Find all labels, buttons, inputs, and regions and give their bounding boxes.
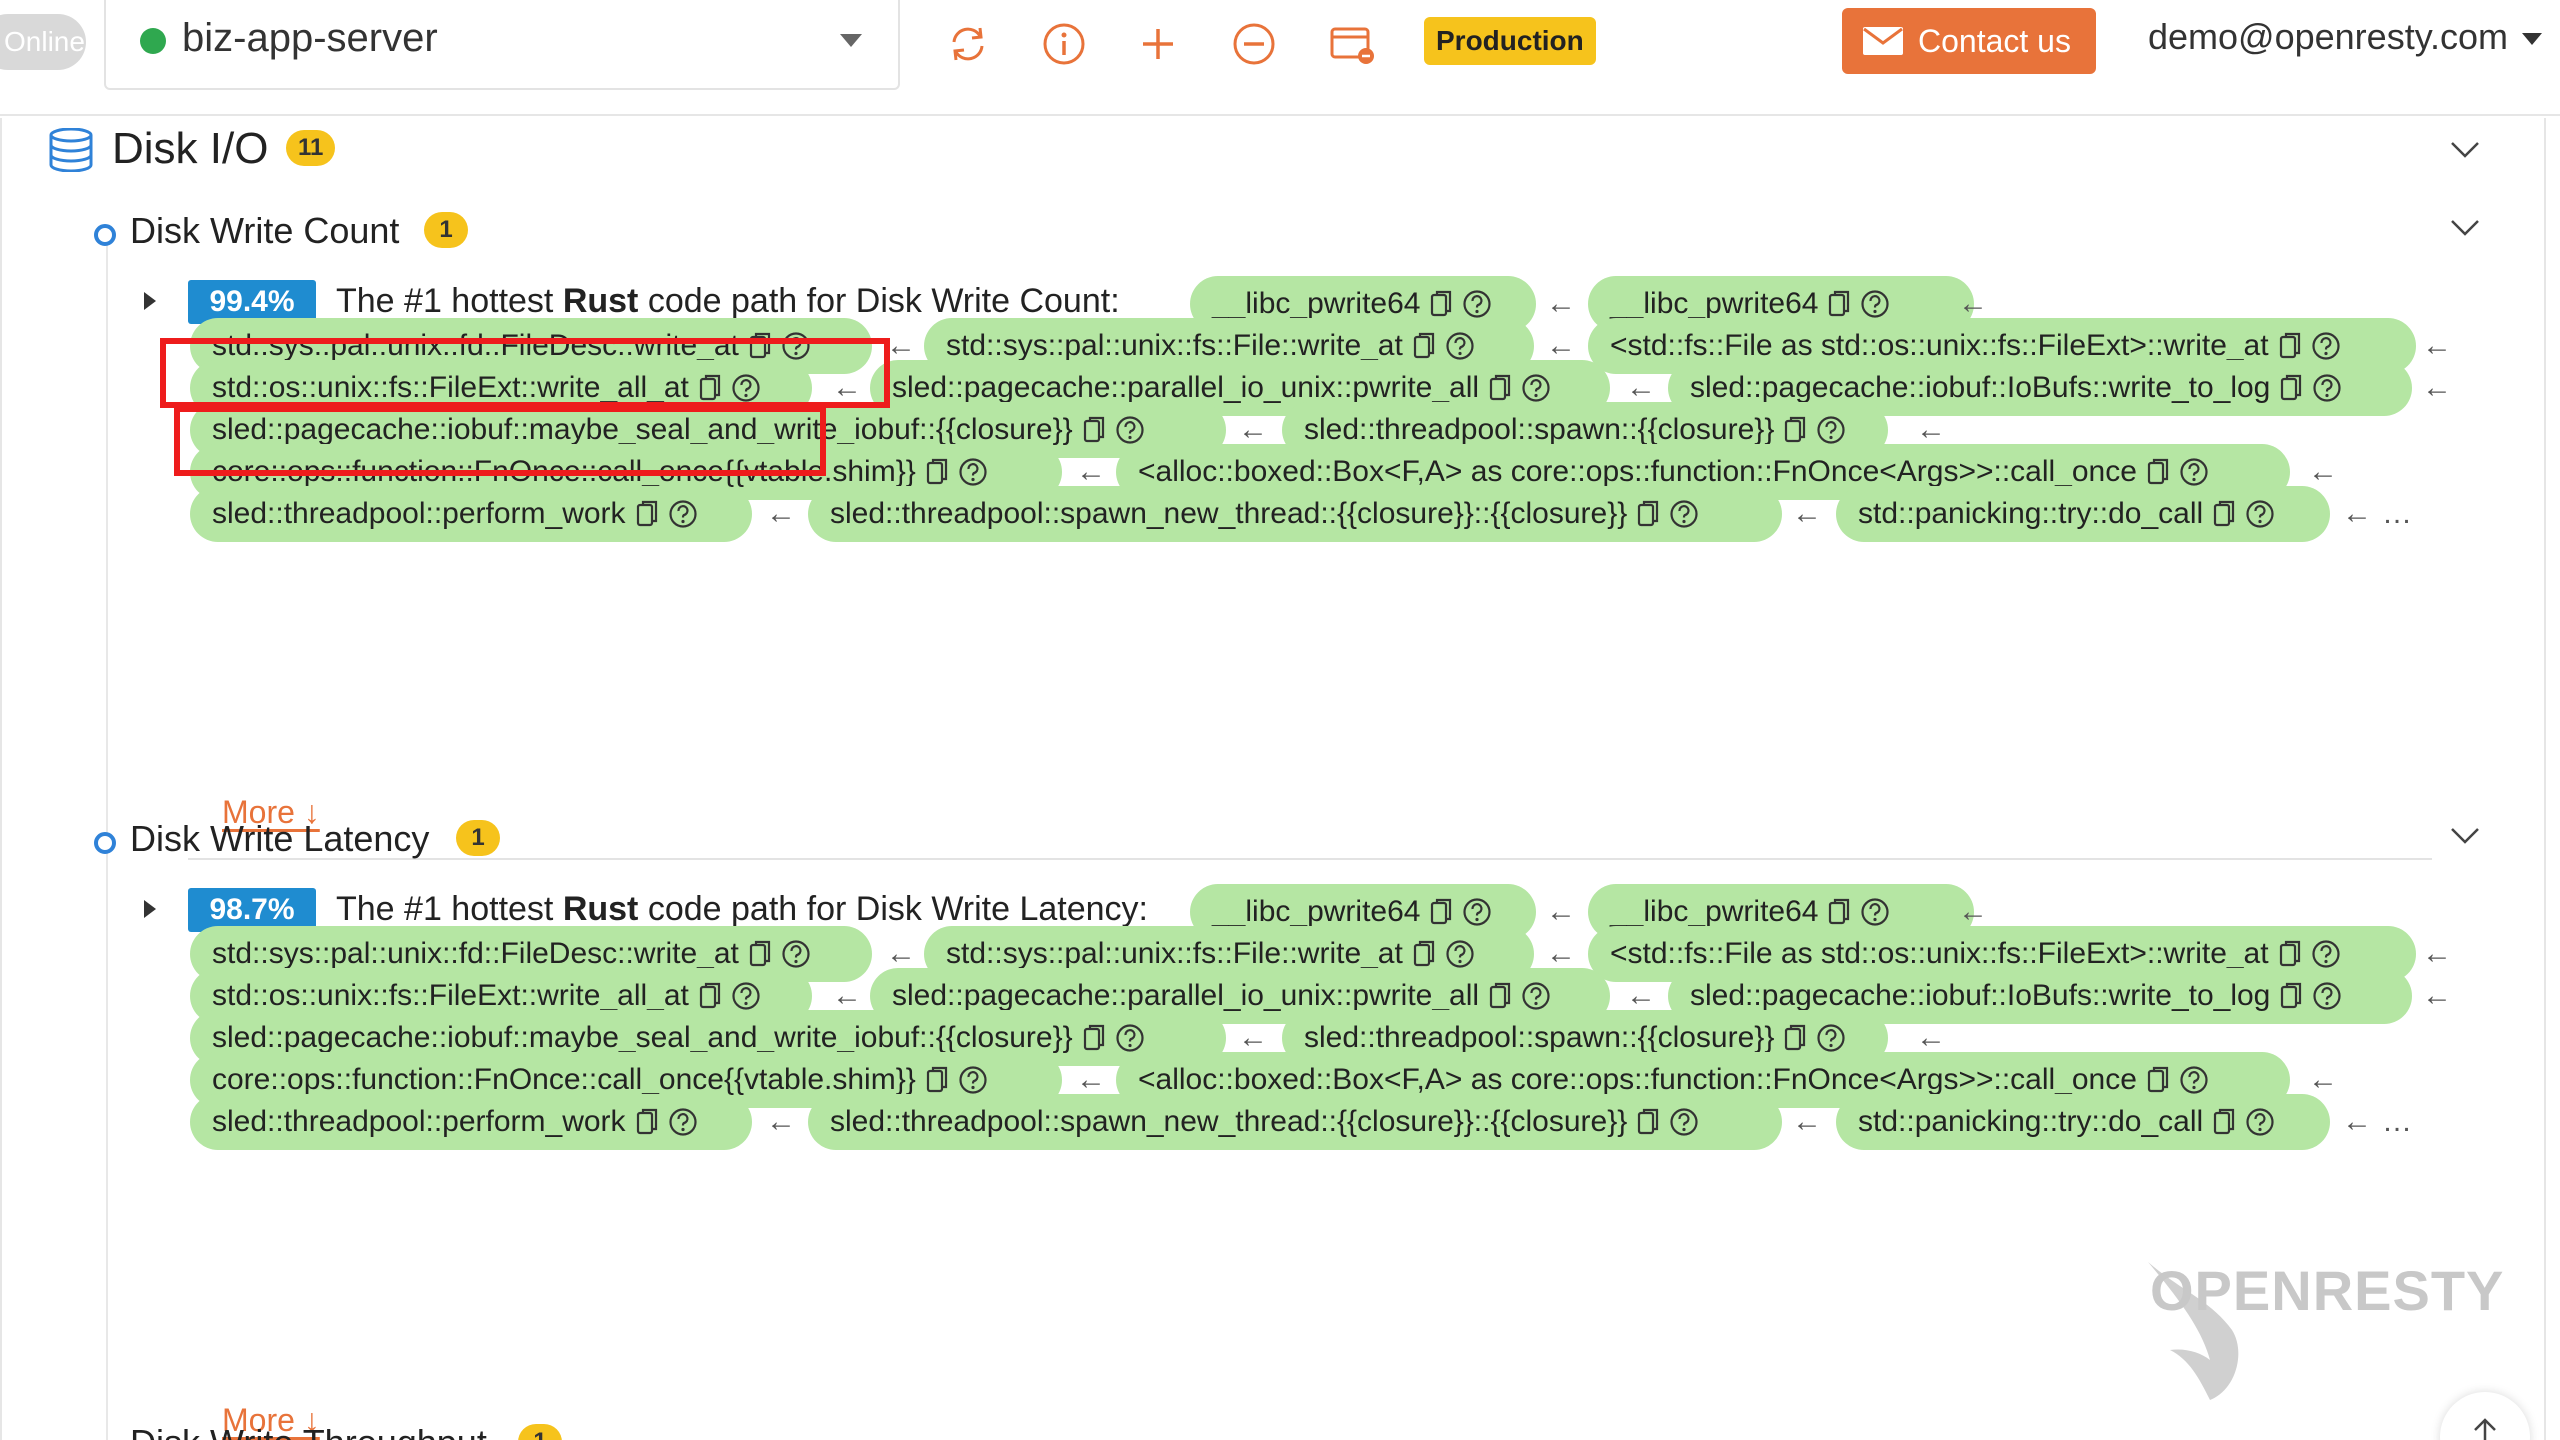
expand-path-toggle[interactable] — [144, 292, 156, 310]
help-icon[interactable] — [668, 486, 698, 548]
window-remove-icon[interactable] — [1328, 20, 1376, 68]
subsection-count-badge: 1 — [518, 1424, 562, 1440]
lead-suffix: code path for Disk Write Latency: — [647, 890, 1148, 928]
truncation-ellipsis: … — [2382, 1105, 2412, 1138]
frame-chip[interactable]: sled::threadpool::perform_work — [190, 486, 752, 542]
frame-chip[interactable]: sled::threadpool::spawn_new_thread::{{cl… — [808, 486, 1782, 542]
caller-arrow: ← — [1792, 497, 1822, 530]
top-bar: Online biz-app-server Production Contact… — [0, 0, 2560, 116]
caller-arrow: ← — [766, 1105, 796, 1138]
subsection-title: Disk Write Throughput — [130, 1422, 487, 1440]
subsection-title: Disk Write Latency — [130, 818, 430, 859]
section-count-badge: 11 — [286, 130, 336, 166]
plus-icon[interactable] — [1134, 20, 1182, 68]
lead-prefix: The #1 hottest — [336, 282, 554, 320]
copy-icon[interactable] — [2213, 1094, 2235, 1156]
collapse-section-icon[interactable] — [2450, 134, 2480, 164]
lead-prefix: The #1 hottest — [336, 890, 554, 928]
caller-arrow: ← — [2342, 1105, 2372, 1138]
lead-language: Rust — [562, 890, 639, 928]
frame-label: sled::threadpool::perform_work — [212, 497, 626, 530]
server-name: biz-app-server — [182, 16, 438, 60]
help-icon[interactable] — [668, 1094, 698, 1156]
copy-icon[interactable] — [1637, 1094, 1659, 1156]
user-email: demo@openresty.com — [2148, 16, 2509, 57]
help-icon[interactable] — [2245, 486, 2275, 548]
collapse-subsection-icon[interactable] — [2450, 212, 2480, 242]
help-icon[interactable] — [1669, 1094, 1699, 1156]
hot-path-description: The #1 hottest Rust code path for Disk W… — [336, 890, 1148, 929]
caller-arrow: ← — [2342, 497, 2372, 530]
contact-us-button[interactable]: Contact us — [1842, 8, 2096, 74]
disk-io-panel: Disk I/O 11 Disk Write Count 1 99.4% The… — [0, 118, 2546, 1440]
subsection-bullet — [94, 224, 116, 246]
highlight-box — [174, 406, 826, 476]
database-icon — [49, 128, 93, 172]
chevron-down-icon — [840, 34, 862, 47]
subsection-count-badge: 1 — [424, 212, 468, 248]
frame-label: sled::threadpool::spawn_new_thread::{{cl… — [830, 1105, 1628, 1138]
frame-label: std::panicking::try::do_call — [1858, 1105, 2204, 1138]
copy-icon[interactable] — [2213, 486, 2235, 548]
copy-icon[interactable] — [636, 486, 658, 548]
truncation-ellipsis: … — [2382, 497, 2412, 530]
openresty-watermark: OPENRESTY — [2150, 1259, 2505, 1322]
subsection-count-badge: 1 — [456, 820, 500, 856]
frame-chip[interactable]: std::panicking::try::do_call — [1836, 486, 2330, 542]
caller-arrow: ← — [2422, 979, 2452, 1012]
help-icon[interactable] — [1669, 486, 1699, 548]
divider — [188, 858, 2432, 860]
help-icon[interactable] — [2312, 968, 2342, 1030]
frame-label: std::panicking::try::do_call — [1858, 497, 2204, 530]
highlight-box — [160, 338, 890, 408]
expand-path-toggle[interactable] — [144, 900, 156, 918]
tree-line — [106, 244, 108, 872]
environment-badge: Production — [1424, 17, 1596, 65]
user-menu[interactable]: demo@openresty.com — [2148, 16, 2543, 58]
frame-chip[interactable]: sled::threadpool::perform_work — [190, 1094, 752, 1150]
subsection-title: Disk Write Count — [130, 210, 400, 251]
frame-chip[interactable]: std::panicking::try::do_call — [1836, 1094, 2330, 1150]
contact-us-label: Contact us — [1918, 23, 2071, 59]
copy-icon[interactable] — [636, 1094, 658, 1156]
caller-arrow: ← — [766, 497, 796, 530]
collapse-subsection-icon[interactable] — [2450, 820, 2480, 850]
lead-language: Rust — [562, 282, 639, 320]
copy-icon[interactable] — [2280, 968, 2302, 1030]
frame-label: sled::threadpool::spawn_new_thread::{{cl… — [830, 497, 1628, 530]
refresh-icon[interactable] — [944, 20, 992, 68]
hot-path-description: The #1 hottest Rust code path for Disk W… — [336, 282, 1120, 321]
scroll-to-top-button[interactable] — [2440, 1392, 2530, 1440]
copy-icon[interactable] — [2280, 360, 2302, 422]
mail-icon — [1863, 27, 1903, 55]
info-icon[interactable] — [1040, 20, 1088, 68]
frame-chip[interactable]: sled::threadpool::spawn_new_thread::{{cl… — [808, 1094, 1782, 1150]
online-status-toggle[interactable]: Online — [0, 14, 86, 70]
help-icon[interactable] — [2312, 360, 2342, 422]
caller-arrow: ← — [2422, 371, 2452, 404]
copy-icon[interactable] — [1637, 486, 1659, 548]
caller-arrow: ← — [1792, 1105, 1822, 1138]
help-icon[interactable] — [2245, 1094, 2275, 1156]
server-selector[interactable]: biz-app-server — [104, 0, 900, 90]
section-title: Disk I/O — [112, 124, 269, 173]
minus-circle-icon[interactable] — [1230, 20, 1278, 68]
caret-down-icon — [2522, 33, 2543, 46]
arrow-up-icon — [2474, 1418, 2496, 1440]
frame-label: sled::threadpool::perform_work — [212, 1105, 626, 1138]
server-status-dot — [140, 28, 166, 54]
lead-suffix: code path for Disk Write Count: — [647, 282, 1120, 320]
subsection-bullet — [94, 832, 116, 854]
tree-line — [106, 854, 108, 1440]
